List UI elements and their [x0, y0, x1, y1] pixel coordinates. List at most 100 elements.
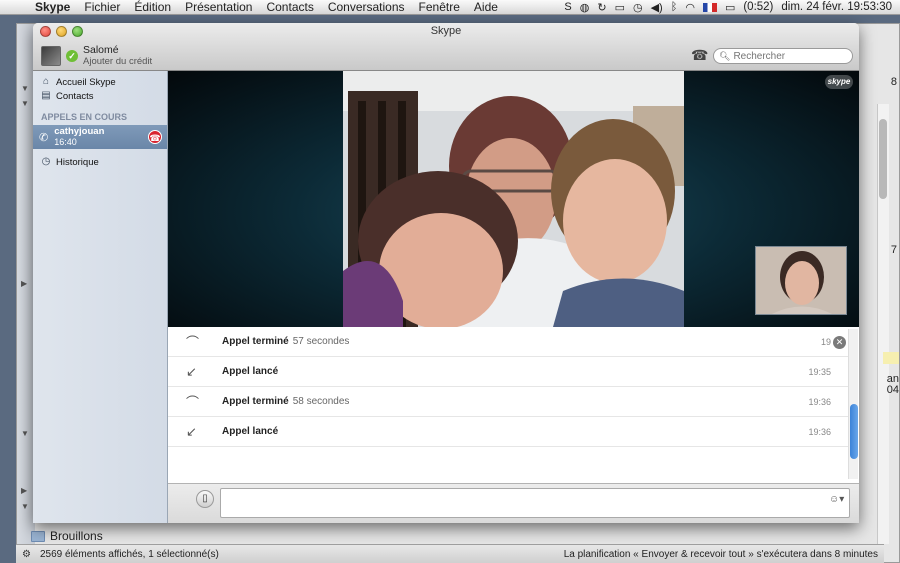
menu-edition[interactable]: Édition	[127, 0, 178, 15]
bluetooth-icon[interactable]: ᛒ	[671, 1, 678, 13]
menu-app-skype[interactable]: Skype	[28, 0, 77, 15]
history-time: 19:35	[808, 366, 831, 377]
call-contact-name: cathyjouan	[54, 126, 105, 137]
message-input[interactable]	[221, 489, 849, 517]
user-name[interactable]: Salomé	[83, 44, 119, 56]
history-row[interactable]: ↙ Appel lancé 19:35	[168, 357, 848, 387]
ongoing-call-icon: ✆	[39, 131, 49, 144]
battery-time[interactable]: (0:52)	[743, 1, 773, 13]
dialpad-icon[interactable]: ☎	[691, 47, 708, 64]
remote-video-feed	[343, 71, 684, 327]
sidebar-item-home[interactable]: ⌂ Accueil Skype	[33, 75, 167, 89]
mail-status-bar: ⚙ 2569 éléments affichés, 1 sélectionné(…	[16, 544, 884, 563]
remove-message-button[interactable]: ✕	[833, 336, 846, 349]
status-count: 2569 éléments affichés, 1 sélectionné(s)	[40, 548, 219, 560]
globe-icon[interactable]: ◍	[580, 1, 590, 14]
history-row[interactable]: ⌒ Appel terminé 58 secondes 19:36	[168, 387, 848, 417]
self-video-preview[interactable]	[755, 246, 847, 315]
clock[interactable]: dim. 24 févr. 19:53:30	[781, 1, 892, 13]
history-duration: 57 secondes	[292, 336, 350, 347]
history-row[interactable]: ⌒ Appel terminé 57 secondes 19 ✕	[168, 327, 848, 357]
menu-aide[interactable]: Aide	[467, 0, 505, 15]
search-icon: 🔍︎	[719, 50, 731, 61]
section-header-calls: APPELS EN COURS	[41, 112, 128, 122]
call-history-panel: ⌒ Appel terminé 57 secondes 19 ✕ ↙ Appel…	[168, 327, 859, 483]
sync-icon[interactable]: ↻	[597, 1, 606, 14]
skype-watermark-logo: skype	[825, 75, 853, 89]
time-machine-icon[interactable]: ◷	[633, 1, 643, 14]
skype-window: Skype ✓ Salomé Ajouter du crédit ☎ 🔍︎ ⌂ …	[33, 23, 859, 523]
sidebar-item-label: Historique	[56, 156, 99, 168]
home-icon: ⌂	[42, 76, 50, 87]
active-call-info: cathyjouan 16:40	[54, 126, 105, 148]
window-title: Skype	[430, 25, 462, 37]
history-action: Appel lancé	[222, 426, 279, 437]
self-video-image	[756, 247, 846, 314]
mail-snippet: 7	[890, 244, 897, 256]
mail-snippet: 8	[890, 76, 897, 88]
wifi-icon[interactable]: ◠	[685, 1, 695, 14]
search-input[interactable]	[733, 50, 849, 62]
history-scrollbar[interactable]	[848, 329, 858, 479]
history-action: Appel terminé	[222, 396, 289, 407]
disclosure-triangle-icon[interactable]: ▶	[21, 279, 27, 288]
menu-bar: Skype Fichier Édition Présentation Conta…	[0, 0, 900, 15]
call-started-icon: ↙	[186, 423, 197, 439]
disclosure-triangle-icon[interactable]: ▼	[21, 429, 29, 438]
gear-icon[interactable]: ⚙	[22, 549, 34, 560]
volume-icon[interactable]: ◀)	[651, 1, 663, 14]
skype-titlebar: Skype ✓ Salomé Ajouter du crédit ☎ 🔍︎	[33, 23, 859, 71]
menu-conversations[interactable]: Conversations	[321, 0, 412, 15]
online-status-icon[interactable]: ✓	[66, 50, 78, 62]
status-schedule: La planification « Envoyer & recevoir to…	[563, 548, 878, 560]
history-action: Appel lancé	[222, 366, 279, 377]
search-box[interactable]: 🔍︎	[713, 48, 853, 64]
history-time: 19:36	[808, 426, 831, 437]
contacts-icon: ▤	[41, 90, 51, 101]
remote-video-image	[343, 71, 684, 327]
mail-highlight	[883, 352, 899, 364]
mailbox-label: Brouillons	[50, 529, 103, 543]
disclosure-triangle-icon[interactable]: ▼	[21, 84, 29, 93]
mail-list-scroll-thumb[interactable]	[879, 119, 887, 199]
sidebar-item-contacts[interactable]: ▤ Contacts	[33, 89, 167, 103]
history-action: Appel terminé	[222, 336, 289, 347]
call-duration: 16:40	[54, 137, 77, 147]
sidebar-item-label: Accueil Skype	[56, 76, 116, 88]
sidebar-item-history[interactable]: ◷ Historique	[33, 155, 167, 169]
flag-icon[interactable]	[702, 2, 717, 12]
add-credit-link[interactable]: Ajouter du crédit	[83, 56, 152, 67]
history-scroll-thumb[interactable]	[850, 404, 858, 459]
history-time: 19:36	[808, 396, 831, 407]
history-row[interactable]: ↙ Appel lancé 19:36	[168, 417, 848, 447]
menu-extras: S ◍ ↻ ▭ ◷ ◀) ᛒ ◠ ▭ (0:52) dim. 24 févr. …	[564, 1, 900, 14]
history-duration: 58 secondes	[292, 396, 350, 407]
call-ended-icon: ⌒	[186, 395, 200, 410]
skype-status-icon[interactable]: S	[564, 1, 571, 13]
menu-fenetre[interactable]: Fenêtre	[412, 0, 467, 15]
avatar[interactable]	[41, 46, 61, 66]
call-started-icon: ↙	[186, 363, 197, 379]
display-icon[interactable]: ▭	[615, 1, 625, 14]
video-call-area[interactable]: skype	[168, 71, 859, 327]
message-field-wrapper	[220, 488, 850, 518]
disclosure-triangle-icon[interactable]: ▼	[21, 502, 29, 511]
mailbox-drafts[interactable]: Brouillons	[31, 526, 103, 546]
menu-contacts[interactable]: Contacts	[259, 0, 320, 15]
call-ended-icon: ⌒	[186, 335, 200, 350]
active-call-item[interactable]: ✆ cathyjouan 16:40 ☎	[33, 125, 167, 149]
sidebar-item-label: Contacts	[56, 90, 94, 102]
disclosure-triangle-icon[interactable]: ▶	[21, 486, 27, 495]
emoticon-icon[interactable]: ☺▾	[829, 494, 844, 505]
menu-fichier[interactable]: Fichier	[77, 0, 127, 15]
clock-icon: ◷	[41, 156, 51, 167]
disclosure-triangle-icon[interactable]: ▼	[21, 99, 29, 108]
folder-icon	[31, 530, 45, 542]
hang-up-button[interactable]: ☎	[148, 130, 162, 144]
skype-sidebar: ⌂ Accueil Skype ▤ Contacts APPELS EN COU…	[33, 71, 168, 523]
mobile-phone-icon[interactable]: ▯	[196, 490, 214, 508]
message-compose-bar: ▯ ☺▾	[168, 483, 859, 523]
battery-icon[interactable]: ▭	[725, 1, 735, 14]
history-time: 19	[820, 336, 831, 347]
menu-presentation[interactable]: Présentation	[178, 0, 259, 15]
